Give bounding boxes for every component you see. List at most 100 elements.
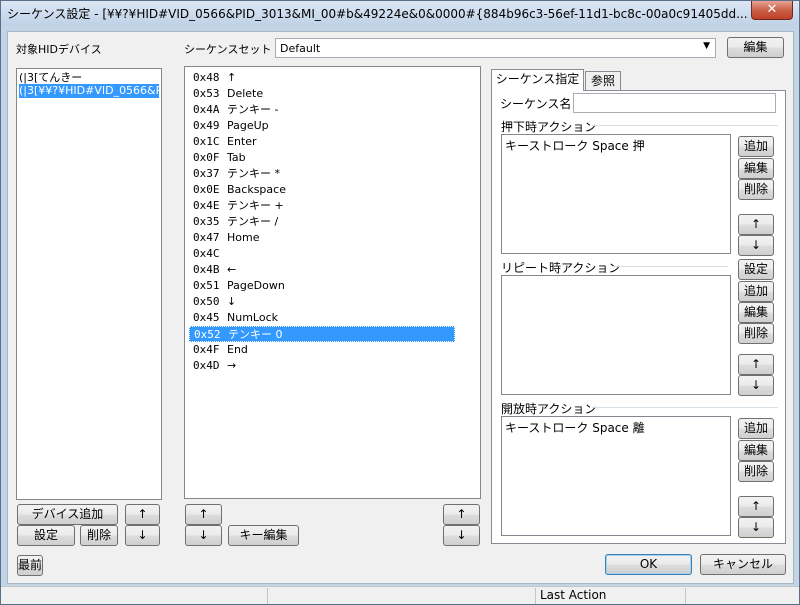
sequence-code: 0x47 [193,231,220,244]
sequence-key-name: PageUp [227,119,269,132]
press-actions-label: 押下時アクション [501,120,597,134]
sequence-row[interactable]: 0x37 テンキー * [189,166,455,182]
title-bar[interactable]: シーケンス設定 - [¥¥?¥HID#VID_0566&PID_3013&MI_… [1,1,799,25]
device-up-button[interactable]: ↑ [125,504,160,525]
repeat-delete-button[interactable]: 削除 [738,323,774,344]
ok-button[interactable]: OK [605,554,692,575]
sequence-name-input[interactable] [573,93,776,113]
press-down-button[interactable]: ↓ [738,235,774,256]
device-settings-button[interactable]: 設定 [17,525,75,546]
sequence-key-name: テンキー - [227,103,279,116]
release-delete-button[interactable]: 削除 [738,461,774,482]
repeat-add-button[interactable]: 追加 [738,281,774,302]
sequence-code: 0x45 [193,311,220,324]
device-down-button[interactable]: ↓ [125,525,160,546]
sequence-code: 0x4E [193,199,220,212]
sequence-code: 0x4C [193,247,220,260]
bring-front-button[interactable]: 最前 [17,555,43,576]
sequence-code: 0x49 [193,119,220,132]
release-add-button[interactable]: 追加 [738,418,774,439]
device-item[interactable]: (|3[てんきー [19,71,159,85]
sequence-code: 0x37 [193,167,220,180]
sequence-row[interactable]: 0x4F End [189,342,455,358]
sequence-set-label: シーケンスセット [184,43,272,56]
sequence-key-name: ↓ [227,295,237,308]
sequence-key-name: テンキー * [227,167,280,180]
tab-sequence-spec[interactable]: シーケンス指定 [491,69,584,91]
chevron-down-icon: ▼ [703,41,710,51]
sequence-row[interactable]: 0x49 PageUp [189,118,455,134]
sequence-row-selected[interactable]: 0x52 テンキー 0 [189,326,455,342]
sequence-row[interactable]: 0x4A テンキー - [189,102,455,118]
sequence-row[interactable]: 0x4D → [189,358,455,374]
dialog-client: 対象HIDデバイス (|3[てんきー (|3[¥¥?¥HID#VID_0566&… [7,31,794,584]
repeat-action-list[interactable] [501,275,731,395]
release-up-button[interactable]: ↑ [738,496,774,517]
press-action-item[interactable]: キーストローク Space 押 [505,137,645,154]
tab-reference[interactable]: 参照 [585,71,621,91]
press-edit-button[interactable]: 編集 [738,158,774,179]
sequence-code: 0x4F [193,343,220,356]
sequence-row[interactable]: 0x4C [189,246,455,262]
sequence-code: 0x52 [194,328,221,341]
device-item-selected[interactable]: (|3[¥¥?¥HID#VID_0566&PID [19,84,159,98]
device-list[interactable]: (|3[てんきー (|3[¥¥?¥HID#VID_0566&PID [16,68,162,500]
release-action-list[interactable]: キーストローク Space 離 [501,416,731,536]
sequence-code: 0x35 [193,215,220,228]
sequence-code: 0x4D [193,359,220,372]
press-action-list[interactable]: キーストローク Space 押 [501,134,731,254]
release-action-item[interactable]: キーストローク Space 離 [505,419,645,436]
window-title: シーケンス設定 - [¥¥?¥HID#VID_0566&PID_3013&MI_… [7,7,748,21]
dialog-window: シーケンス設定 - [¥¥?¥HID#VID_0566&PID_3013&MI_… [0,0,800,605]
sequence-row[interactable]: 0x51 PageDown [189,278,455,294]
sequence-key-name: NumLock [227,311,278,324]
repeat-up-button[interactable]: ↑ [738,354,774,375]
sequence-down-button[interactable]: ↓ [185,525,222,546]
repeat-settings-button[interactable]: 設定 [738,259,774,280]
press-add-button[interactable]: 追加 [738,136,774,157]
sequence-key-name: → [227,359,237,372]
sequence-row[interactable]: 0x50 ↓ [189,294,455,310]
press-delete-button[interactable]: 削除 [738,179,774,200]
sequence-key-name: Home [227,231,260,244]
sequence-row[interactable]: 0x0E Backspace [189,182,455,198]
cancel-button[interactable]: キャンセル [700,554,786,575]
sequence-down2-button[interactable]: ↓ [443,525,480,546]
sequence-row[interactable]: 0x47 Home [189,230,455,246]
sequence-up-button[interactable]: ↑ [185,504,222,525]
repeat-actions-label: リピート時アクション [501,261,621,275]
press-divider [592,125,778,126]
sequence-up2-button[interactable]: ↑ [443,504,480,525]
add-device-button[interactable]: デバイス追加 [17,504,118,525]
sequence-key-name: Delete [227,87,264,100]
sequence-key-name: ↑ [227,71,237,84]
close-button[interactable]: ✕ [751,1,793,20]
sequence-list[interactable]: 0x48 ↑ 0x53 Delete 0x4A テンキー - 0x49 PageUp 0x1C E… [184,66,481,499]
release-edit-button[interactable]: 編集 [738,440,774,461]
tab-panel: シーケンス名 押下時アクション キーストローク Space 押 追加 編集 削除… [491,90,786,544]
sequence-key-name: テンキー + [227,199,284,212]
sequence-code: 0x0F [193,151,220,164]
device-delete-button[interactable]: 削除 [80,525,118,546]
press-up-button[interactable]: ↑ [738,214,774,235]
repeat-divider [612,266,728,267]
sequence-row[interactable]: 0x53 Delete [189,86,455,102]
repeat-down-button[interactable]: ↓ [738,375,774,396]
sequence-set-edit-button[interactable]: 編集 [727,37,784,58]
sequence-set-select[interactable]: Default ▼ [275,38,716,58]
sequence-key-name: Backspace [227,183,286,196]
sequence-row[interactable]: 0x45 NumLock [189,310,455,326]
sequence-row[interactable]: 0x1C Enter [189,134,455,150]
sequence-row[interactable]: 0x4E テンキー + [189,198,455,214]
sequence-code: 0x53 [193,87,220,100]
sequence-code: 0x50 [193,295,220,308]
release-actions-label: 開放時アクション [501,402,597,416]
sequence-row[interactable]: 0x0F Tab [189,150,455,166]
release-down-button[interactable]: ↓ [738,517,774,538]
sequence-row[interactable]: 0x4B ← [189,262,455,278]
sequence-key-name: End [227,343,248,356]
key-edit-button[interactable]: キー編集 [228,525,299,546]
sequence-row[interactable]: 0x35 テンキー / [189,214,455,230]
sequence-row[interactable]: 0x48 ↑ [189,70,455,86]
repeat-edit-button[interactable]: 編集 [738,302,774,323]
